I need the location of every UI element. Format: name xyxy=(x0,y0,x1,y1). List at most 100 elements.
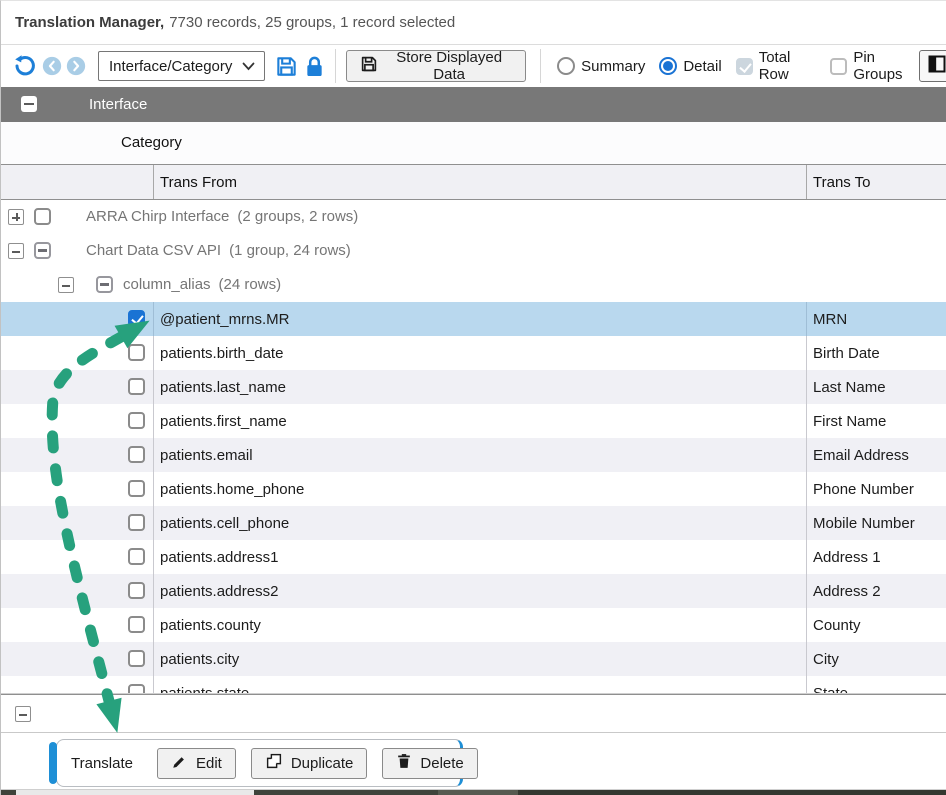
checkbox-unchecked-icon xyxy=(830,58,847,75)
row-checkbox[interactable] xyxy=(128,582,145,599)
detail-footer-panel: Translate Edit Duplicate Delete xyxy=(1,694,946,789)
edit-button[interactable]: Edit xyxy=(157,748,236,779)
column-pin-button[interactable] xyxy=(919,50,946,82)
group-count: (2 groups, 2 rows) xyxy=(237,208,358,225)
row-checkbox[interactable] xyxy=(128,548,145,565)
trans-from-cell: @patient_mrns.MR xyxy=(153,302,806,336)
expand-plus-icon[interactable] xyxy=(8,209,24,225)
trans-to-cell: Address 2 xyxy=(806,574,946,608)
row-checkbox[interactable] xyxy=(128,344,145,361)
trans-from-cell: patients.last_name xyxy=(153,370,806,404)
grid-rows: ARRA Chirp Interface (2 groups, 2 rows) C… xyxy=(1,200,946,694)
row-checkbox[interactable] xyxy=(128,480,145,497)
table-row[interactable]: patients.county County xyxy=(1,608,946,642)
row-checkbox[interactable] xyxy=(128,650,145,667)
trans-to-cell: Address 1 xyxy=(806,540,946,574)
category-header-label: Category xyxy=(121,122,182,164)
trans-to-column-header[interactable]: Trans To xyxy=(806,165,946,199)
forward-button[interactable] xyxy=(66,56,86,76)
collapse-minus-icon[interactable] xyxy=(15,706,31,722)
trans-to-cell: Last Name xyxy=(806,370,946,404)
table-row[interactable]: patients.last_name Last Name xyxy=(1,370,946,404)
trans-to-cell: Email Address xyxy=(806,438,946,472)
radio-icon xyxy=(557,57,575,75)
active-tab-indicator xyxy=(49,742,57,784)
table-row[interactable]: patients.state State xyxy=(1,676,946,694)
table-row[interactable]: patients.city City xyxy=(1,642,946,676)
trans-from-cell: patients.county xyxy=(153,608,806,642)
trans-to-cell: Mobile Number xyxy=(806,506,946,540)
pin-groups-checkbox[interactable]: Pin Groups xyxy=(830,49,919,83)
collapse-minus-icon[interactable] xyxy=(8,243,24,259)
collapse-minus-icon[interactable] xyxy=(21,96,37,112)
row-checkbox[interactable] xyxy=(128,378,145,395)
row-checkbox[interactable] xyxy=(128,684,145,694)
delete-button[interactable]: Delete xyxy=(382,748,477,779)
table-row-selected[interactable]: @patient_mrns.MR MRN xyxy=(1,302,946,336)
group-row[interactable]: column_alias (24 rows) xyxy=(1,268,946,302)
interface-header-label: Interface xyxy=(89,87,147,122)
trans-to-cell: County xyxy=(806,608,946,642)
translate-tab[interactable]: Translate xyxy=(71,755,133,772)
trans-from-cell: patients.address2 xyxy=(153,574,806,608)
toolbar: Interface/Category Store Displayed Data … xyxy=(1,45,946,87)
trans-to-cell: City xyxy=(806,642,946,676)
group-label: ARRA Chirp Interface xyxy=(86,208,229,225)
group-row[interactable]: Chart Data CSV API(1 group, 24 rows) xyxy=(1,234,946,268)
row-checkbox[interactable] xyxy=(128,446,145,463)
title-bar: Translation Manager, 7730 records, 25 gr… xyxy=(1,1,946,45)
group-label: column_alias xyxy=(123,276,211,293)
page-title: Translation Manager, xyxy=(15,14,164,31)
translate-action-panel: Translate Edit Duplicate Delete xyxy=(56,739,463,787)
duplicate-button[interactable]: Duplicate xyxy=(251,748,368,779)
row-checkbox[interactable] xyxy=(128,514,145,531)
trans-to-cell: Phone Number xyxy=(806,472,946,506)
summary-radio[interactable]: Summary xyxy=(557,57,645,75)
table-row[interactable]: patients.first_name First Name xyxy=(1,404,946,438)
trans-from-cell: patients.state xyxy=(153,676,806,694)
table-row[interactable]: patients.address1 Address 1 xyxy=(1,540,946,574)
trans-from-cell: patients.address1 xyxy=(153,540,806,574)
trans-to-cell: First Name xyxy=(806,404,946,438)
trans-from-cell: patients.cell_phone xyxy=(153,506,806,540)
group-checkbox[interactable] xyxy=(34,208,51,225)
lock-icon[interactable] xyxy=(304,55,325,78)
table-row[interactable]: patients.address2 Address 2 xyxy=(1,574,946,608)
group-checkbox-indeterminate[interactable] xyxy=(96,276,113,293)
column-pin-icon xyxy=(927,54,946,79)
pencil-icon xyxy=(171,753,188,774)
store-displayed-data-button[interactable]: Store Displayed Data xyxy=(346,50,526,82)
detail-radio[interactable]: Detail xyxy=(659,57,721,75)
record-summary: 7730 records, 25 groups, 1 record select… xyxy=(169,14,455,31)
group-count: (24 rows) xyxy=(219,276,282,293)
group-row[interactable]: ARRA Chirp Interface (2 groups, 2 rows) xyxy=(1,200,946,234)
view-dropdown-value: Interface/Category xyxy=(109,58,232,75)
toolbar-separator xyxy=(540,49,541,83)
save-icon[interactable] xyxy=(275,55,298,78)
total-row-checkbox[interactable]: Total Row xyxy=(736,49,817,83)
table-row[interactable]: patients.cell_phone Mobile Number xyxy=(1,506,946,540)
column-header-row: Trans From Trans To xyxy=(1,165,946,200)
trans-from-cell: patients.birth_date xyxy=(153,336,806,370)
group-count: (1 group, 24 rows) xyxy=(229,242,351,259)
back-button[interactable] xyxy=(42,56,62,76)
table-row[interactable]: patients.email Email Address xyxy=(1,438,946,472)
view-dropdown[interactable]: Interface/Category xyxy=(98,51,265,81)
toolbar-separator xyxy=(335,49,336,83)
row-checkbox[interactable] xyxy=(128,616,145,633)
trans-from-cell: patients.home_phone xyxy=(153,472,806,506)
trans-from-cell: patients.city xyxy=(153,642,806,676)
trans-from-column-header[interactable]: Trans From xyxy=(153,165,806,199)
chevron-down-icon xyxy=(242,58,255,75)
refresh-icon[interactable] xyxy=(13,54,37,78)
table-row[interactable]: patients.birth_date Birth Date xyxy=(1,336,946,370)
group-checkbox-indeterminate[interactable] xyxy=(34,242,51,259)
collapse-minus-icon[interactable] xyxy=(58,277,74,293)
table-row[interactable]: patients.home_phone Phone Number xyxy=(1,472,946,506)
footer-divider xyxy=(1,732,946,733)
trans-from-cell: patients.first_name xyxy=(153,404,806,438)
row-checkbox-checked[interactable] xyxy=(128,310,145,327)
radio-selected-icon xyxy=(659,57,677,75)
copy-icon xyxy=(265,752,283,774)
row-checkbox[interactable] xyxy=(128,412,145,429)
